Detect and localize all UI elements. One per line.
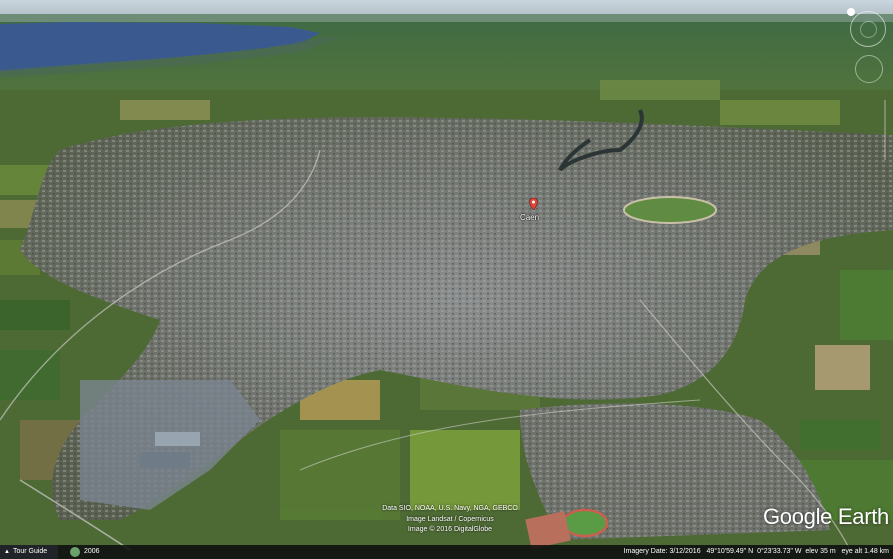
look-joystick-icon[interactable] <box>847 8 886 47</box>
imagery-attribution: Data SIO, NOAA, U.S. Navy, NGA, GEBCO Im… <box>370 504 530 536</box>
latitude-readout: 49°10'59.49" N <box>706 548 754 555</box>
elevation-readout: elev 35 m <box>805 548 836 555</box>
move-joystick-icon[interactable] <box>855 55 883 83</box>
google-earth-logo: Google Earth <box>762 504 889 529</box>
historical-imagery-icon[interactable] <box>70 547 80 557</box>
eye-altitude-readout: eye alt 1.48 km <box>841 548 889 555</box>
attribution-line: Data SIO, NOAA, U.S. Navy, NGA, GEBCO <box>382 505 518 512</box>
place-label[interactable]: Caen <box>520 213 539 222</box>
navigation-controls[interactable] <box>847 8 891 100</box>
tour-guide-button[interactable]: ▲ Tour Guide <box>0 545 58 559</box>
status-bar: ▲ Tour Guide 2006 Imagery Date: 3/12/2016… <box>0 545 893 559</box>
chevron-up-icon: ▲ <box>4 549 10 555</box>
imagery-date: Imagery Date: 3/12/2016 <box>623 548 701 555</box>
placemark-pin-icon[interactable] <box>529 198 538 210</box>
zoom-slider-icon[interactable] <box>882 100 888 160</box>
zoom-slider-track[interactable] <box>884 100 886 160</box>
attribution-line: Image © 2016 DigitalGlobe <box>407 526 493 533</box>
historical-imagery-year[interactable]: 2006 <box>84 545 100 559</box>
look-joystick-center[interactable] <box>860 21 877 38</box>
attribution-line: Image Landsat / Copernicus <box>406 515 494 523</box>
north-indicator[interactable] <box>847 8 855 16</box>
status-readout: Imagery Date: 3/12/2016 49°10'59.49" N 0… <box>624 545 889 559</box>
aerial-imagery <box>0 0 893 559</box>
tour-guide-label: Tour Guide <box>12 548 48 555</box>
longitude-readout: 0°23'33.73" W <box>757 548 802 555</box>
map-viewport[interactable]: Caen Data SIO, NOAA, U.S. Navy, NGA, GEB… <box>0 0 893 559</box>
